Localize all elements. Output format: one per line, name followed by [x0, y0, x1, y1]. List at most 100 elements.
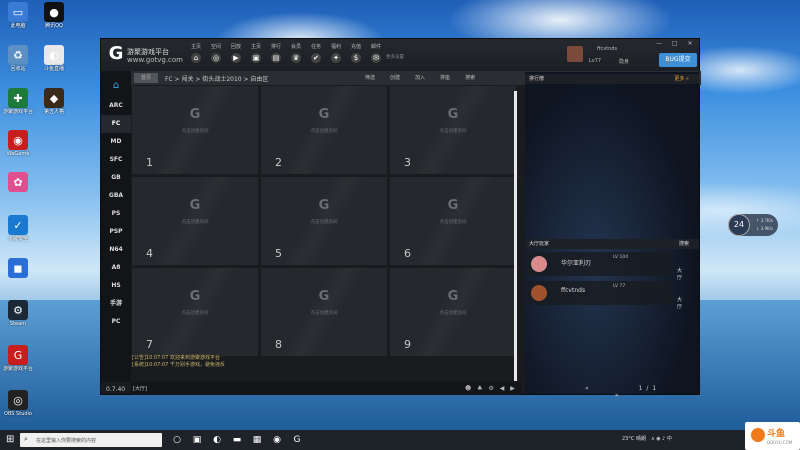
player-level: LV 104: [613, 255, 629, 260]
platform-tab[interactable]: GBA: [101, 187, 131, 205]
douyu-icon: ◐: [44, 45, 64, 65]
toolbar-item-icon: $: [351, 53, 361, 63]
toolbar-item[interactable]: 会员 ♛: [286, 43, 306, 63]
desktop-icon[interactable]: ◎ OBS Studio: [2, 390, 34, 417]
ranking-more-link[interactable]: 更多 »: [674, 74, 689, 84]
desktop-icon[interactable]: ♻ 回收站: [2, 45, 34, 72]
net-speed-widget[interactable]: 24 ↑ 3.7K/s ↓ 3.9K/s: [728, 214, 778, 236]
chat-tool-icons[interactable]: ☻ ♣ ⚙ ◀ ▶: [465, 385, 517, 392]
home-tab[interactable]: 首页: [134, 73, 158, 83]
platform-tab[interactable]: FC: [101, 115, 131, 133]
windows-start-icon[interactable]: ⊞: [6, 435, 14, 445]
room-slot[interactable]: G 点击创建房间 6: [390, 177, 516, 265]
room-action-button[interactable]: 搜索: [465, 74, 475, 81]
platform-tab[interactable]: N64: [101, 241, 131, 259]
platform-tab[interactable]: SFC: [101, 151, 131, 169]
toolbar-item-label: 主页: [190, 44, 201, 50]
room-slot[interactable]: G 点击创建房间 4: [132, 177, 258, 265]
platform-tab[interactable]: MD: [101, 133, 131, 151]
toolbar-item-label: 任务: [310, 44, 321, 50]
room-action-button[interactable]: 加入: [415, 74, 425, 81]
room-number: 7: [146, 338, 153, 351]
room-scrollbar[interactable]: [514, 91, 517, 381]
cortana-icon[interactable]: ○: [170, 433, 184, 447]
user-status[interactable]: 隐身: [619, 58, 629, 65]
desktop-icon[interactable]: ✚ 游聚游戏平台: [2, 88, 34, 115]
toolbar-item[interactable]: 福利 ✦: [326, 43, 346, 63]
player-avatar[interactable]: [531, 256, 547, 272]
platform-tab[interactable]: ARC: [101, 97, 131, 115]
room-slot[interactable]: G 点击创建房间 8: [261, 268, 387, 356]
pager-next[interactable]: »: [615, 392, 623, 399]
lobby-search-button[interactable]: 搜索: [679, 239, 689, 249]
toolbar-item[interactable]: 充值 $: [346, 43, 366, 63]
toolbar-item[interactable]: 排行 ▤: [266, 43, 286, 63]
explorer-icon[interactable]: ▬: [230, 433, 244, 447]
room-slot[interactable]: G 点击创建房间 9: [390, 268, 516, 356]
desktop-icon[interactable]: ◉ WeGame: [2, 130, 34, 157]
toolbar-item[interactable]: 回放 ▶: [226, 43, 246, 63]
store-icon[interactable]: ▦: [250, 433, 264, 447]
platform-tab[interactable]: PSP: [101, 223, 131, 241]
desktop-icon[interactable]: ▭ 此电脑: [2, 2, 34, 29]
toolbar-item[interactable]: 任务 ✔: [306, 43, 326, 63]
chat-bar[interactable]: [大厅] ☻ ♣ ⚙ ◀ ▶: [131, 382, 521, 395]
desktop-icon-label: 游聚游戏平台: [2, 109, 33, 115]
room-slot[interactable]: G 点击创建房间 1: [132, 86, 258, 174]
toolbar-item-icon: ♛: [291, 53, 301, 63]
user-avatar[interactable]: [567, 46, 583, 62]
home-icon[interactable]: ⌂: [101, 75, 131, 97]
weather-label[interactable]: 23°C 晴朗: [622, 435, 646, 442]
desktop-icon[interactable]: ◼: [2, 258, 34, 279]
chat-channel[interactable]: [大厅]: [133, 385, 147, 392]
recycle-bin-icon: ♻: [8, 45, 28, 65]
desktop-icon[interactable]: ◐ 斗鱼直播: [38, 45, 70, 72]
platform-tab[interactable]: 手游: [101, 295, 131, 313]
desktop-icon[interactable]: ◆ 第五人格: [38, 88, 70, 115]
room-slot[interactable]: G 点击创建房间 2: [261, 86, 387, 174]
taskbar-search[interactable]: ⌕ 在这里输入你要搜索的内容: [20, 433, 162, 447]
room-slot[interactable]: G 点击创建房间 7: [132, 268, 258, 356]
desktop-icon[interactable]: ⚙ Steam: [2, 300, 34, 327]
platform-tab[interactable]: GB: [101, 169, 131, 187]
toolbar-item-icon: ▤: [271, 53, 281, 63]
tray-icons[interactable]: ∧ ◉ ♪ 中: [651, 435, 672, 442]
player-avatar[interactable]: [531, 285, 547, 301]
pager-prev[interactable]: «: [585, 385, 593, 392]
youju-taskbar-icon[interactable]: G: [290, 433, 304, 447]
edge-icon[interactable]: ◐: [210, 433, 224, 447]
desktop-icon[interactable]: G 游聚游戏平台: [2, 345, 34, 372]
toolbar-item-icon: ▣: [251, 53, 261, 63]
platform-tab[interactable]: PS: [101, 205, 131, 223]
douyu-watermark: 斗鱼 DOUYU.COM: [745, 422, 800, 450]
platform-tab[interactable]: HS: [101, 277, 131, 295]
window-controls[interactable]: — □ ✕: [656, 40, 697, 47]
platform-tab[interactable]: PC: [101, 313, 131, 331]
platform-tab[interactable]: A8: [101, 259, 131, 277]
lobby-player-row[interactable]: ffcvtnds LV 77 大厅: [527, 281, 682, 310]
toolbar-extra[interactable]: 更多设置: [386, 54, 404, 60]
bug-report-button[interactable]: BUG提交: [659, 53, 697, 67]
lobby-header: 大厅玩家 搜索: [525, 239, 699, 249]
toolbar-item[interactable]: 主页 ⌂: [186, 43, 206, 63]
toolbar-item[interactable]: 空间 ◎: [206, 43, 226, 63]
room-action-button[interactable]: 筛选: [365, 74, 375, 81]
steam-taskbar-icon[interactable]: ◉: [270, 433, 284, 447]
room-slot[interactable]: G 点击创建房间 5: [261, 177, 387, 265]
task-view-icon[interactable]: ▣: [190, 433, 204, 447]
room-action-button[interactable]: 排座: [440, 74, 450, 81]
room-logo-icon: G: [189, 289, 201, 304]
desktop-icon[interactable]: ✓ 火绒安全: [2, 215, 34, 242]
desktop-icon[interactable]: ✿: [2, 172, 34, 193]
ranking-title: 排行榜: [529, 76, 545, 82]
room-action-button[interactable]: 创建: [390, 74, 400, 81]
toolbar-item[interactable]: 邮件 ✉: [366, 43, 386, 63]
desktop-icon[interactable]: ● 腾讯QQ: [38, 2, 70, 29]
room-slot[interactable]: G 点击创建房间 3: [390, 86, 516, 174]
toolbar-item[interactable]: 主页 ▣: [246, 43, 266, 63]
desktop-icon-label: 游聚游戏平台: [2, 366, 33, 372]
game-icon: ◆: [44, 88, 64, 108]
room-logo-icon: G: [318, 198, 330, 213]
lobby-player-row[interactable]: 华尔亚利刃 LV 104 大厅: [527, 252, 682, 281]
toolbar-item-label: 空间: [210, 44, 221, 50]
